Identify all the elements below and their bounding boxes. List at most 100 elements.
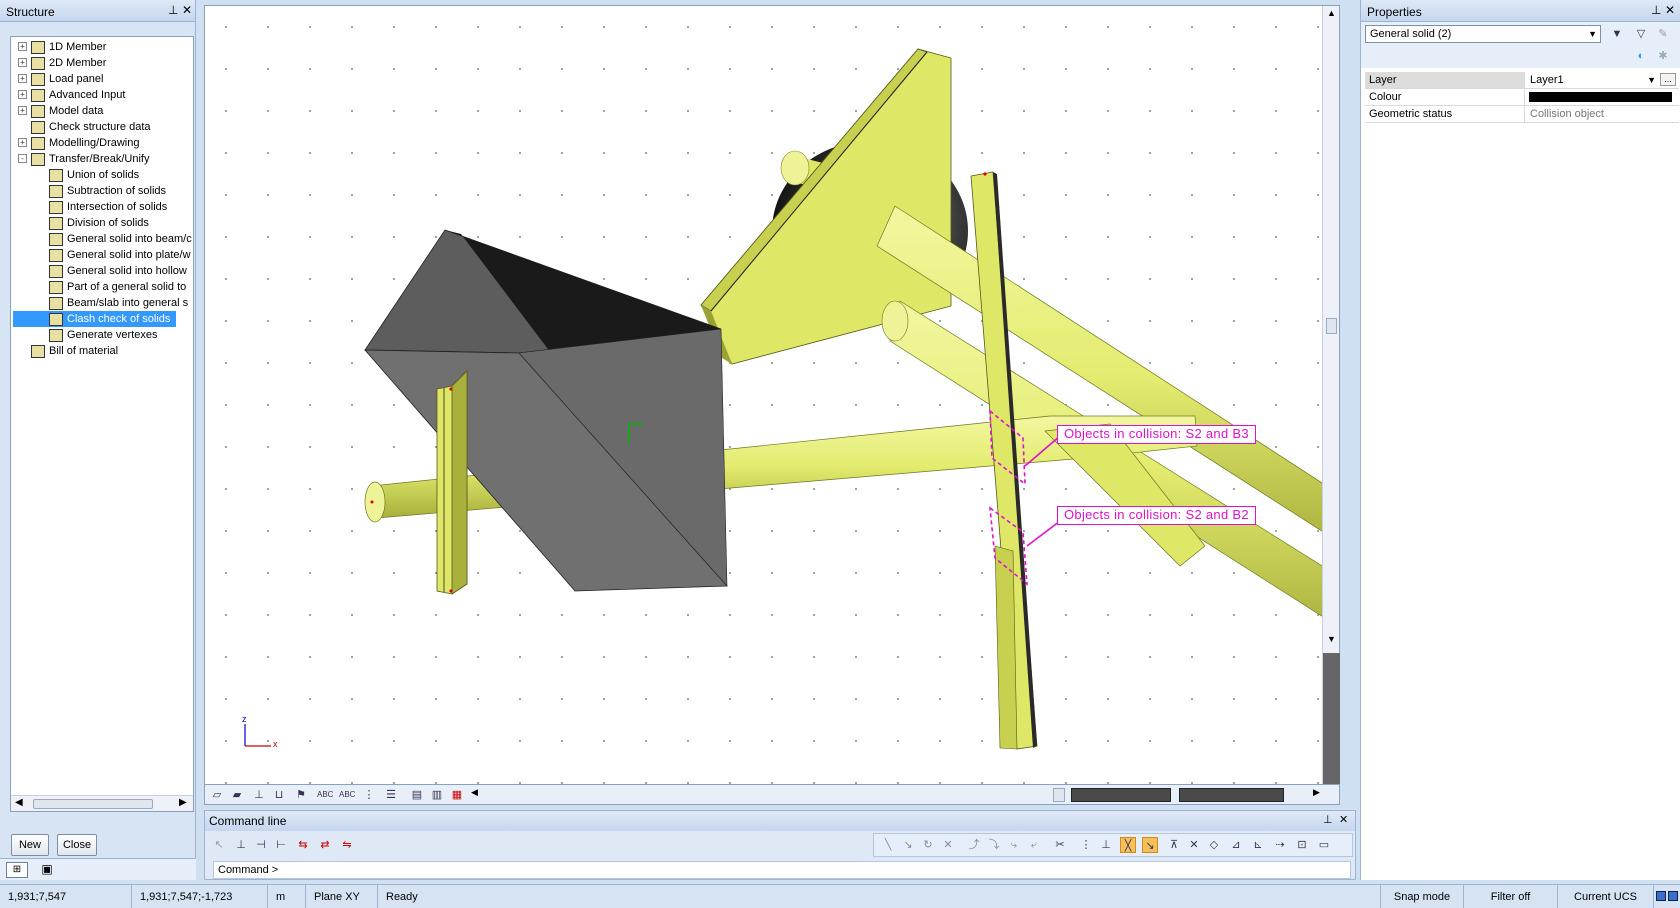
- tree-hscrollbar[interactable]: ◀ ▶: [11, 795, 193, 811]
- tree-item[interactable]: Modelling/Drawing: [31, 135, 140, 151]
- collision-label-2[interactable]: Objects in collision: S2 and B2: [1057, 506, 1256, 525]
- small-plate[interactable]: [436, 370, 468, 595]
- tree-expander-icon[interactable]: +: [18, 106, 27, 115]
- ucs-b-icon[interactable]: [1668, 891, 1678, 901]
- model-view[interactable]: [205, 6, 1339, 784]
- snap-tan-icon[interactable]: ◇: [1206, 837, 1222, 853]
- dim-a-icon[interactable]: ⇆: [295, 837, 311, 853]
- tree-item[interactable]: Clash check of solids: [13, 311, 177, 327]
- select-filter-icon[interactable]: ▼: [1609, 26, 1625, 42]
- snap-node-icon[interactable]: ⊡: [1294, 837, 1310, 853]
- labels-abc-icon[interactable]: ABC: [317, 787, 333, 803]
- snap-settings-icon[interactable]: ✂: [1052, 837, 1068, 853]
- tree-item[interactable]: 2D Member: [31, 55, 106, 71]
- view-slider-b[interactable]: [1179, 788, 1284, 802]
- close-icon[interactable]: ✕: [1339, 813, 1348, 826]
- tree-item[interactable]: Load panel: [31, 71, 103, 87]
- close-button[interactable]: Close: [57, 834, 97, 856]
- solid-render-icon[interactable]: ▰: [229, 787, 245, 803]
- tree-item[interactable]: Check structure data: [31, 119, 151, 135]
- tree-expander-icon[interactable]: +: [18, 58, 27, 67]
- tree-expander-icon[interactable]: +: [18, 90, 27, 99]
- tree-item[interactable]: General solid into plate/w: [49, 247, 191, 263]
- tree-item[interactable]: Transfer/Break/Unify: [31, 151, 149, 167]
- layer-more-button[interactable]: ...: [1660, 73, 1676, 86]
- snap-center-icon[interactable]: ⊿: [1228, 837, 1244, 853]
- curve-b-icon[interactable]: ⤵: [986, 837, 1002, 853]
- property-value[interactable]: [1526, 89, 1678, 105]
- labels-abc2-icon[interactable]: ABC: [339, 787, 355, 803]
- tree-expander-icon[interactable]: -: [18, 154, 27, 163]
- ucs-selector[interactable]: Current UCS: [1558, 885, 1654, 908]
- rotate-icon[interactable]: ↻: [920, 837, 936, 853]
- ucs-a-icon[interactable]: [1656, 891, 1666, 901]
- tree-item[interactable]: Intersection of solids: [49, 199, 167, 215]
- tree-item[interactable]: Generate vertexes: [49, 327, 158, 343]
- tree-item[interactable]: Part of a general solid to: [49, 279, 186, 295]
- snap-mid-icon[interactable]: ╳: [1120, 837, 1136, 853]
- snap-perp-icon[interactable]: ⊼: [1166, 837, 1182, 853]
- property-row[interactable]: Geometric status Collision object: [1365, 106, 1679, 123]
- window-tab-icon[interactable]: ▣: [36, 862, 58, 878]
- tree-expander-icon[interactable]: +: [18, 42, 27, 51]
- pin-icon[interactable]: ⊥: [168, 3, 178, 17]
- clear-icon[interactable]: ✱: [1655, 48, 1671, 64]
- arrow-icon[interactable]: ↘: [900, 837, 916, 853]
- tree-item[interactable]: Model data: [31, 103, 103, 119]
- tree-expander-icon[interactable]: +: [18, 74, 27, 83]
- align-right-icon[interactable]: ⊢: [273, 837, 289, 853]
- view-a-icon[interactable]: ▤: [409, 787, 425, 803]
- snap-mode-toggle[interactable]: Snap mode: [1380, 885, 1464, 908]
- tree-item[interactable]: General solid into hollow: [49, 263, 187, 279]
- tree-item[interactable]: Division of solids: [49, 215, 149, 231]
- layer-dropdown-icon[interactable]: ▼: [1647, 72, 1656, 88]
- tree-item[interactable]: Advanced Input: [31, 87, 125, 103]
- grid-icon[interactable]: ⋮: [361, 787, 377, 803]
- curve-d-icon[interactable]: ⤶: [1026, 837, 1042, 853]
- support-icon[interactable]: ⊥: [251, 787, 267, 803]
- property-row[interactable]: Colour: [1365, 89, 1679, 106]
- pointer-icon[interactable]: ↖: [211, 837, 227, 853]
- snap-quad-icon[interactable]: ⊾: [1250, 837, 1266, 853]
- curve-a-icon[interactable]: ⤴: [966, 837, 982, 853]
- wireframe-icon[interactable]: ▱: [209, 787, 225, 803]
- property-value[interactable]: Layer1 ▼...: [1526, 72, 1678, 88]
- curve-c-icon[interactable]: ⤷: [1006, 837, 1022, 853]
- colour-swatch[interactable]: [1529, 92, 1672, 102]
- snap-end-icon[interactable]: ⊥: [1098, 837, 1114, 853]
- close-icon[interactable]: ✕: [182, 3, 192, 17]
- tree-item[interactable]: Beam/slab into general s: [49, 295, 188, 311]
- tree-item[interactable]: 1D Member: [31, 39, 106, 55]
- tree-item[interactable]: Union of solids: [49, 167, 139, 183]
- dim-b-icon[interactable]: ⇄: [317, 837, 333, 853]
- view-b-icon[interactable]: ▥: [429, 787, 445, 803]
- load-icon[interactable]: ⊔: [271, 787, 287, 803]
- viewport-vscrollbar[interactable]: ▲ ▼: [1322, 6, 1340, 784]
- property-row[interactable]: Layer Layer1 ▼...: [1365, 72, 1679, 89]
- snap-int-icon[interactable]: ✕: [1186, 837, 1202, 853]
- viewport[interactable]: Objects in collision: S2 and B3 Objects …: [204, 5, 1340, 785]
- dim-c-icon[interactable]: ⇋: [339, 837, 355, 853]
- close-icon[interactable]: ✕: [1665, 3, 1675, 17]
- tree-item[interactable]: General solid into beam/c: [49, 231, 192, 247]
- new-button[interactable]: New: [11, 834, 49, 856]
- filter-icon[interactable]: ▽: [1633, 26, 1649, 42]
- flag-icon[interactable]: ⚑: [293, 787, 309, 803]
- snap-near-icon[interactable]: ↘: [1142, 837, 1158, 853]
- collision-label-1[interactable]: Objects in collision: S2 and B3: [1057, 425, 1256, 444]
- align-left-icon[interactable]: ⊣: [253, 837, 269, 853]
- snap-ins-icon[interactable]: ▭: [1316, 837, 1332, 853]
- view-slider-a[interactable]: [1071, 788, 1171, 802]
- line-icon[interactable]: ╲: [880, 837, 896, 853]
- table-icon[interactable]: ☰: [383, 787, 399, 803]
- snap-ext-icon[interactable]: ⇢: [1272, 837, 1288, 853]
- command-input[interactable]: Command >: [213, 861, 1351, 879]
- tree-item[interactable]: Subtraction of solids: [49, 183, 166, 199]
- edit-icon[interactable]: ✎: [1655, 26, 1671, 42]
- cross-icon[interactable]: ✕: [940, 837, 956, 853]
- align-icon[interactable]: ⊥: [233, 837, 249, 853]
- tree-item[interactable]: Bill of material: [31, 343, 118, 359]
- pin-icon[interactable]: ⊥: [1651, 3, 1661, 17]
- palette-icon[interactable]: ◐: [1633, 48, 1649, 64]
- pin-icon[interactable]: ⊥: [1323, 813, 1333, 826]
